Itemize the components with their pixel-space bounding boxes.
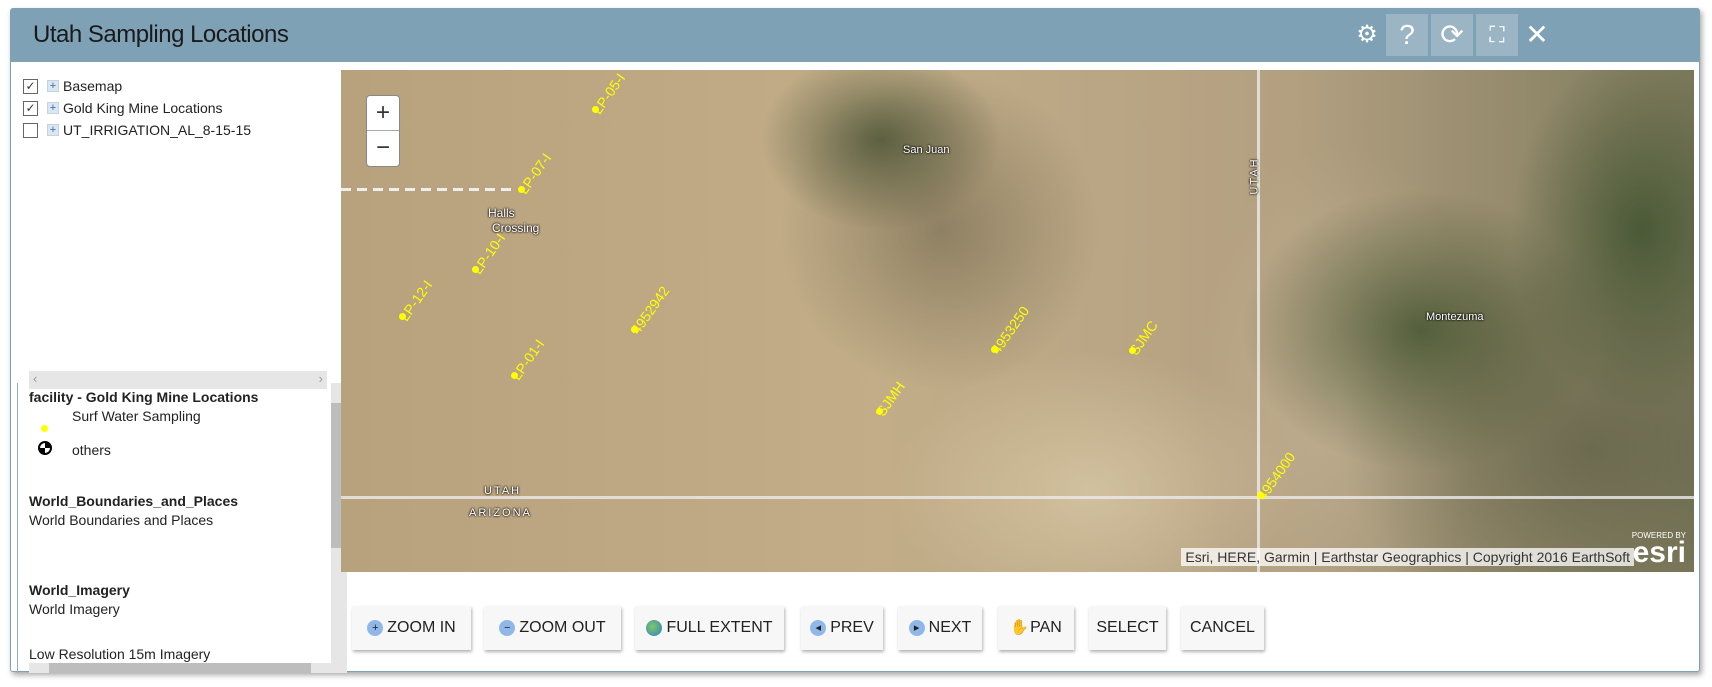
marker-label: 4953250 <box>987 303 1033 357</box>
button-label: NEXT <box>928 619 972 636</box>
cancel-button[interactable]: CANCEL <box>1181 606 1264 650</box>
legend-wbp-desc: World Boundaries and Places <box>29 512 214 528</box>
legend-facility-title: facility - Gold King Mine Locations <box>29 389 259 405</box>
legend-wbp-title: World_Boundaries_and_Places <box>29 493 239 509</box>
layer-tree: ✓ + Basemap ✓ + Gold King Mine Locations + UT… <box>23 75 251 141</box>
marker-label: LP-10-I <box>468 230 509 277</box>
target-icon <box>38 441 52 455</box>
place-label: Halls <box>488 206 515 220</box>
checkbox[interactable]: ✓ <box>23 100 38 116</box>
map-zoom-in-button[interactable]: + <box>367 96 399 131</box>
pan-button[interactable]: ✋ PAN <box>998 606 1074 650</box>
button-label: PAN <box>1030 619 1062 636</box>
legend-panel: facility - Gold King Mine Locations Surf… <box>17 383 347 673</box>
zoom-control: + − <box>366 95 400 167</box>
help-icon[interactable]: ? <box>1386 14 1428 56</box>
button-label: ZOOM OUT <box>519 619 606 636</box>
marker-label: LP-05-I <box>588 70 629 117</box>
yellow-dot-icon <box>41 425 48 432</box>
legend-surf-water: Surf Water Sampling <box>72 408 201 424</box>
marker-label: LP-12-I <box>395 277 436 324</box>
esri-logo: POWERED BY esri <box>1632 531 1686 569</box>
select-button[interactable]: SELECT <box>1089 606 1166 650</box>
prev-icon: ◂ <box>810 620 827 636</box>
button-label: FULL EXTENT <box>666 619 773 636</box>
window-title: Utah Sampling Locations <box>33 21 289 48</box>
next-icon: ▸ <box>908 620 925 636</box>
button-label: PREV <box>830 619 874 636</box>
layer-label: Basemap <box>63 78 123 94</box>
checkbox[interactable] <box>23 122 38 138</box>
marker-label: 4952942 <box>627 283 673 337</box>
map-view[interactable]: + − San Juan Halls Crossing Montezuma UT… <box>341 70 1694 572</box>
layer-label: Gold King Mine Locations <box>63 100 223 116</box>
layer-irrigation[interactable]: + UT_IRRIGATION_AL_8-15-15 <box>23 119 251 141</box>
marker-label: SJMH <box>872 378 908 419</box>
legend-horizontal-scrollbar[interactable] <box>29 663 331 673</box>
layer-gold-king[interactable]: ✓ + Gold King Mine Locations <box>23 97 251 119</box>
scrollbar-thumb[interactable] <box>49 663 311 673</box>
expand-icon[interactable]: + <box>47 80 59 92</box>
place-label: Montezuma <box>1426 311 1484 323</box>
zoom-out-icon: − <box>499 620 516 636</box>
legend-low-res: Low Resolution 15m Imagery <box>29 646 211 662</box>
place-label: San Juan <box>903 144 950 156</box>
boundary-line <box>341 188 511 191</box>
place-label: ARIZONA <box>469 507 532 519</box>
gear-icon[interactable]: ⚙ <box>1346 14 1388 56</box>
marker-label: 4954000 <box>1253 449 1299 503</box>
marker-label: LP-01-I <box>507 336 548 383</box>
legend-wi-title: World_Imagery <box>29 582 130 598</box>
button-label: CANCEL <box>1190 619 1255 636</box>
window-header: Utah Sampling Locations ⚙ ? ⟳ ⛶ ✕ <box>11 9 1699 62</box>
fullscreen-icon[interactable]: ⛶ <box>1476 14 1518 56</box>
esri-logo-text: esri <box>1632 536 1686 569</box>
layer-label: UT_IRRIGATION_AL_8-15-15 <box>63 122 252 138</box>
zoom-in-button[interactable]: + ZOOM IN <box>352 606 471 650</box>
checkbox[interactable]: ✓ <box>23 78 38 94</box>
zoom-out-button[interactable]: − ZOOM OUT <box>484 606 621 650</box>
full-extent-button[interactable]: FULL EXTENT <box>635 606 784 650</box>
legend-wi-desc: World Imagery <box>29 601 120 617</box>
marker-label: LP-07-I <box>514 150 555 197</box>
close-icon[interactable]: ✕ <box>1516 14 1558 56</box>
expand-icon[interactable]: + <box>47 102 59 114</box>
state-border <box>341 496 1694 499</box>
legend-others: others <box>72 442 111 458</box>
button-label: SELECT <box>1096 619 1159 636</box>
prev-button[interactable]: ◂ PREV <box>801 606 883 650</box>
map-window: Utah Sampling Locations ⚙ ? ⟳ ⛶ ✕ ✓ + Base… <box>10 8 1700 673</box>
place-label: UTAH <box>484 485 522 497</box>
hand-icon: ✋ <box>1010 619 1029 636</box>
map-attribution: Esri, HERE, Garmin | Earthstar Geographi… <box>1181 548 1634 566</box>
layer-basemap[interactable]: ✓ + Basemap <box>23 75 251 97</box>
refresh-icon[interactable]: ⟳ <box>1431 14 1473 56</box>
next-button[interactable]: ▸ NEXT <box>898 606 982 650</box>
marker-label: SJMC <box>1125 317 1161 358</box>
map-zoom-out-button[interactable]: − <box>367 131 399 166</box>
expand-icon[interactable]: + <box>47 124 59 136</box>
globe-icon <box>646 620 663 636</box>
button-label: ZOOM IN <box>387 619 456 636</box>
zoom-in-icon: + <box>367 620 384 636</box>
place-label: UTAH <box>1248 157 1261 195</box>
